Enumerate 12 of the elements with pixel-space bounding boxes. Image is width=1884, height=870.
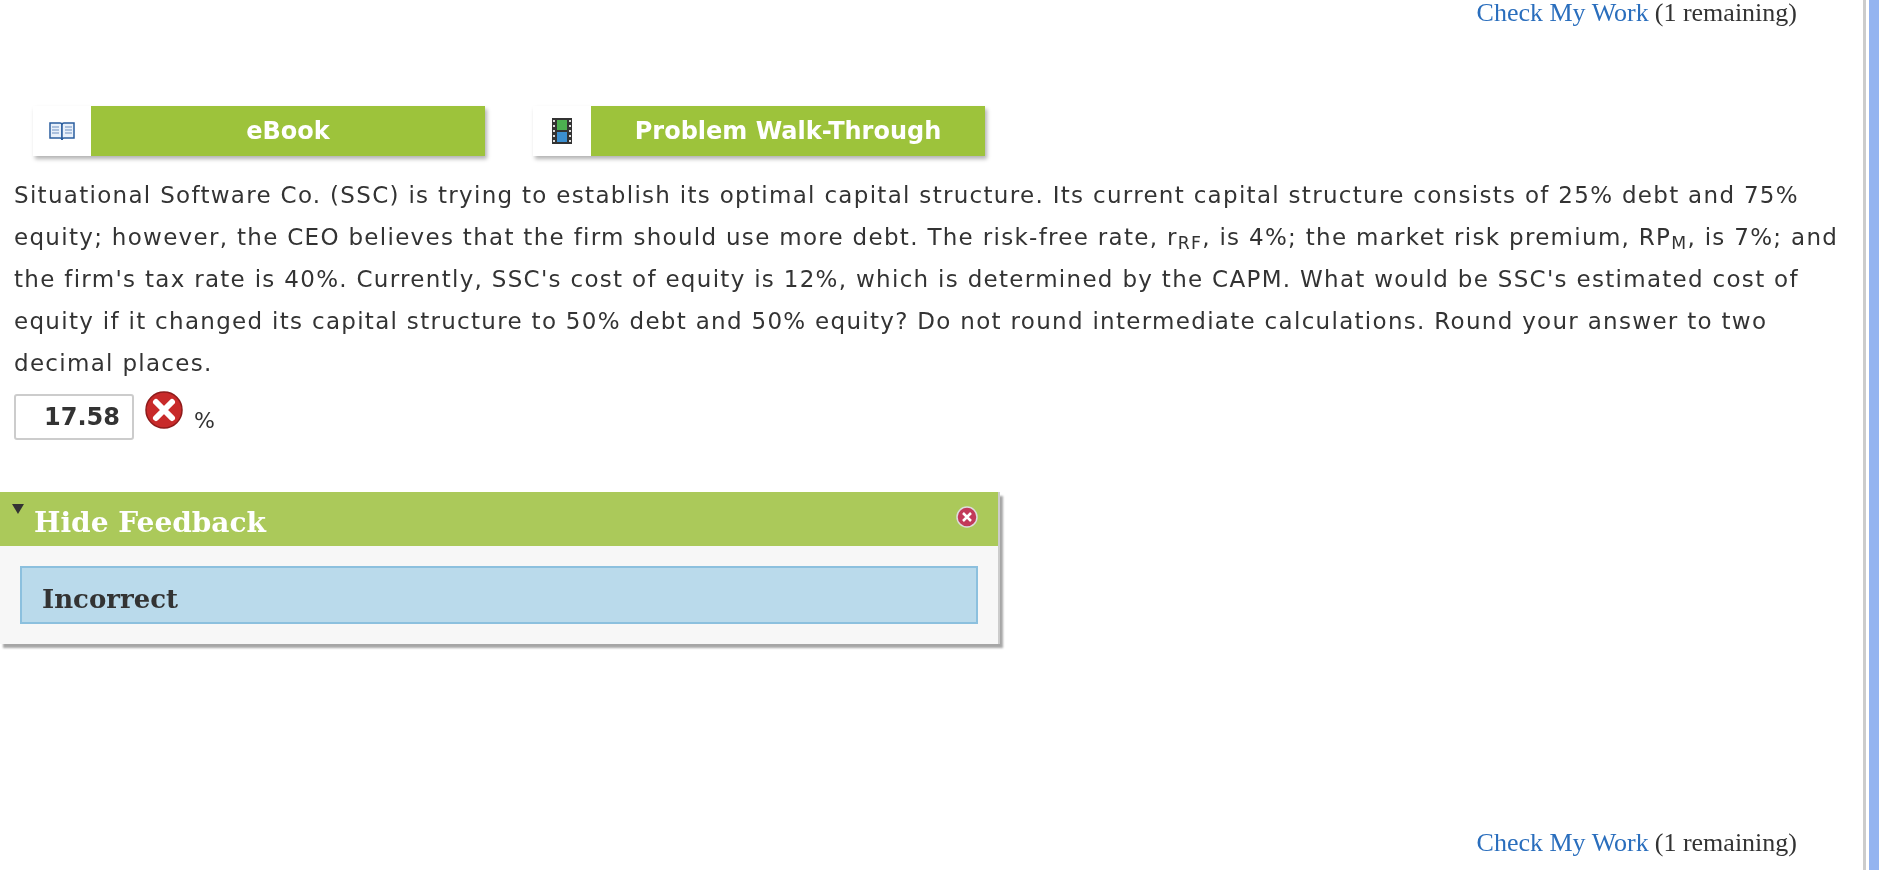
feedback-toggle-icon[interactable]	[12, 504, 24, 514]
answer-field[interactable]: 17.58	[14, 394, 134, 440]
question-text: Situational Software Co. (SSC) is trying to establish its optimal capital structure. Its current capital structure consists of 25% debt and 75% equity; however, the CEO believes that the firm should use more debt. The risk-free rate, r$_{RF}$, is 4%; the market risk premium, RP$_{M}$, is 7%; and the firm's tax rate is 40%. Currently, SSC's cost of equity is 12%, which is determined by the CAPM. What would be SSC's estimated cost of equity if it changed its capital structure to 50% debt and 50% equity? Do not round intermediate calculations. Round your answer to two decimal places.	[14, 181, 1840, 378]
remaining-attempts-text: (1 remaining)	[1654, 830, 1797, 856]
check-my-work-link[interactable]: Check My Work	[1476, 0, 1649, 26]
remaining-attempts-text: (1 remaining)	[1654, 0, 1797, 26]
book-icon	[48, 120, 76, 142]
check-my-work-link[interactable]: Check My Work	[1476, 830, 1649, 856]
film-strip-icon	[552, 118, 572, 144]
unit-label: %	[194, 407, 215, 435]
close-icon[interactable]	[956, 506, 978, 528]
feedback-message: Incorrect	[42, 582, 179, 616]
